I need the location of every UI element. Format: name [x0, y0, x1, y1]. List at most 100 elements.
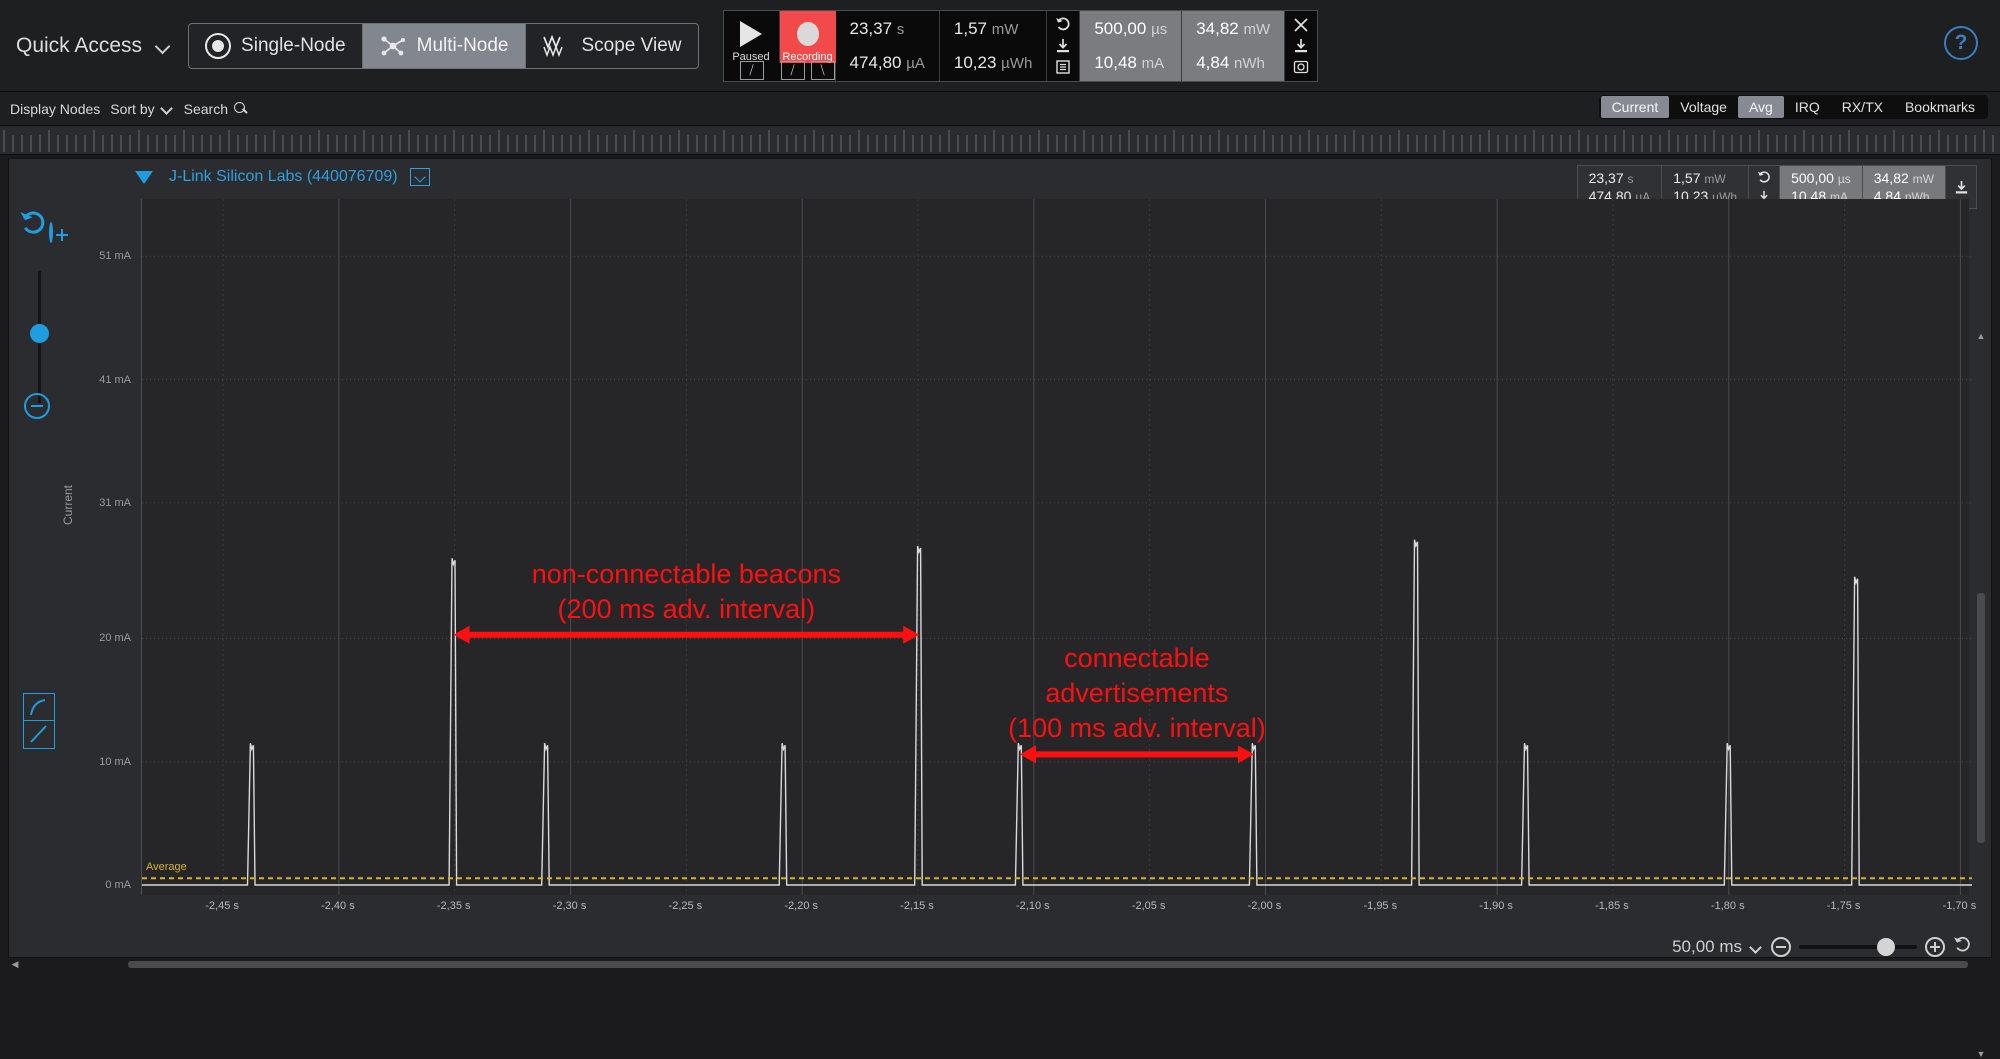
scroll-left-arrow[interactable]: ◀ [8, 959, 22, 970]
selection-tools [1047, 10, 1081, 81]
ruler-ticks [3, 130, 1994, 152]
waveform-plot[interactable]: Average non-connectable beacons (200 ms a… [141, 199, 1972, 895]
marker-toggle-2[interactable]: ⧸ [780, 60, 805, 80]
horizontal-scroll-thumb[interactable] [128, 961, 1968, 968]
quick-access-label: Quick Access [16, 33, 143, 57]
marker-toggle-1[interactable]: ⧸ [739, 60, 764, 80]
sort-by-button[interactable]: Sort by [110, 101, 173, 117]
view-mode-segmented-control: Single-Node Multi-Node Scope View [188, 22, 699, 69]
readout-line-bottom: 4,84 nWh [1196, 52, 1265, 72]
chevron-down-icon[interactable] [1750, 943, 1763, 952]
x-axis-tick-labels: -2,45 s -2,40 s -2,35 s -2,30 s -2,25 s -2,20… [141, 895, 1976, 923]
download-icon[interactable] [1290, 36, 1312, 56]
readout-selection-duration: 500,00 µs 10,48 mA [1080, 10, 1183, 81]
play-sub-buttons: ⧸ [724, 60, 780, 80]
sort-by-label: Sort by [110, 100, 155, 117]
y-tick-label: 31 mA [99, 496, 131, 509]
y-tick-label: 20 mA [99, 632, 131, 645]
mode-scope-view[interactable]: Scope View [526, 24, 698, 68]
readout-selection-power: 34,82 mW 4,84 nWh [1182, 10, 1286, 81]
zoom-in-icon[interactable] [1925, 937, 1945, 957]
tab-avg[interactable]: Avg [1737, 96, 1784, 118]
help-button[interactable]: ? [1944, 26, 1978, 60]
readout-line-bottom: 10,23 µWh [953, 52, 1033, 72]
timeline-ruler[interactable] [0, 125, 2000, 155]
reset-icon[interactable] [1754, 169, 1774, 186]
multi-node-icon [379, 34, 407, 58]
time-slider-knob[interactable] [1877, 938, 1895, 956]
readout-line-bottom: 474,80 µA [849, 52, 925, 72]
top-toolbar: Quick Access Single-Node Multi-Node Scop… [0, 0, 2000, 92]
tab-rxtx[interactable]: RX/TX [1831, 96, 1894, 118]
chevron-down-icon [161, 104, 174, 113]
inline-line-top: 23,37 s [1588, 170, 1634, 186]
time-slider-track[interactable] [1799, 938, 1917, 956]
readout-time-current: 23,37 s 474,80 µA [836, 10, 940, 81]
mode-single-node-label: Single-Node [241, 34, 346, 56]
mode-multi-node[interactable]: Multi-Node [362, 23, 526, 68]
y-tick-label: 51 mA [99, 250, 131, 263]
tab-irq[interactable]: IRQ [1784, 96, 1831, 118]
zoom-out-icon[interactable] [1771, 937, 1791, 957]
readout-line-top: 23,37 s [849, 18, 905, 38]
download-icon[interactable] [1951, 179, 1971, 196]
x-tick-label: -2,30 s [552, 900, 587, 912]
chevron-box-icon[interactable] [409, 168, 430, 186]
download-icon[interactable] [1052, 36, 1074, 56]
snapshot-icon[interactable] [1290, 57, 1312, 77]
triangle-down-icon[interactable] [135, 170, 153, 184]
y-axis: Current 51 mA 41 mA 31 mA 20 mA 10 mA 0 mA [9, 195, 141, 895]
play-pause-button[interactable]: Paused [724, 10, 780, 63]
x-tick-label: -1,75 s [1826, 900, 1861, 912]
record-sub-buttons: ⧸ ⧹ [780, 60, 836, 80]
reset-icon[interactable] [1953, 935, 1973, 959]
y-tick-label: 10 mA [99, 755, 131, 768]
record-icon [796, 18, 819, 51]
mode-single-node[interactable]: Single-Node [189, 23, 363, 68]
scroll-up-arrow[interactable]: ▲ [1975, 331, 1987, 341]
scroll-down-arrow[interactable]: ▼ [1975, 1049, 1987, 1059]
tab-bookmarks[interactable]: Bookmarks [1894, 96, 1986, 118]
quick-access-menu[interactable]: Quick Access [16, 34, 172, 58]
tab-current[interactable]: Current [1600, 96, 1670, 118]
tab-voltage[interactable]: Voltage [1669, 96, 1738, 118]
search-label: Search [183, 100, 228, 117]
inline-line-top: 500,00 µs [1791, 170, 1851, 186]
x-tick-label: -2,10 s [1016, 900, 1050, 912]
marker-toggle-3[interactable]: ⧹ [810, 60, 835, 80]
x-tick-label: -1,70 s [1942, 900, 1977, 912]
node-title[interactable]: J-Link Silicon Labs (440076709) [169, 168, 398, 186]
chevron-down-icon[interactable] [156, 38, 172, 54]
scope-view-icon [542, 34, 572, 58]
record-column: Recording ⧸ ⧹ [779, 10, 836, 83]
mode-multi-node-label: Multi-Node [416, 34, 509, 56]
inline-line-top: 1,57 mW [1673, 170, 1726, 186]
time-scale-control: 50,00 ms [1672, 935, 1973, 959]
readout-line-top: 34,82 mW [1196, 18, 1271, 38]
vertical-scroll-thumb[interactable] [1977, 593, 1985, 843]
list-icon[interactable] [1052, 57, 1074, 77]
filter-toolbar: Display Nodes Sort by Search Current Vol… [0, 92, 2000, 125]
reset-icon[interactable] [1052, 15, 1074, 35]
play-pause-column: Paused ⧸ [724, 10, 780, 83]
x-tick-label: -2,15 s [900, 900, 934, 912]
readout-line-top: 500,00 µs [1094, 18, 1168, 38]
record-button[interactable]: Recording [779, 10, 836, 63]
readout-line-top: 1,57 mW [953, 18, 1019, 38]
x-tick-label: -2,45 s [205, 900, 239, 912]
view-tabs: Current Voltage Avg IRQ RX/TX Bookmarks [1598, 95, 1988, 119]
close-icon[interactable] [1290, 15, 1312, 35]
search-button[interactable]: Search [184, 101, 247, 117]
average-series-label: Average [146, 861, 187, 873]
x-tick-label: -1,80 s [1710, 900, 1745, 912]
horizontal-scrollbar[interactable]: ◀ [8, 958, 1992, 971]
readout-power-energy: 1,57 mW 10,23 µWh [940, 10, 1048, 81]
y-tick-label: 0 mA [105, 879, 131, 891]
x-tick-label: -1,85 s [1595, 900, 1629, 912]
vertical-scrollbar[interactable]: ▲ ▼ [1975, 331, 1987, 1059]
display-nodes-button[interactable]: Display Nodes [10, 101, 100, 117]
time-per-div-value: 50,00 ms [1672, 937, 1742, 956]
x-tick-label: -2,25 s [668, 900, 703, 912]
play-icon [740, 18, 762, 51]
y-tick-label: 41 mA [99, 373, 131, 386]
